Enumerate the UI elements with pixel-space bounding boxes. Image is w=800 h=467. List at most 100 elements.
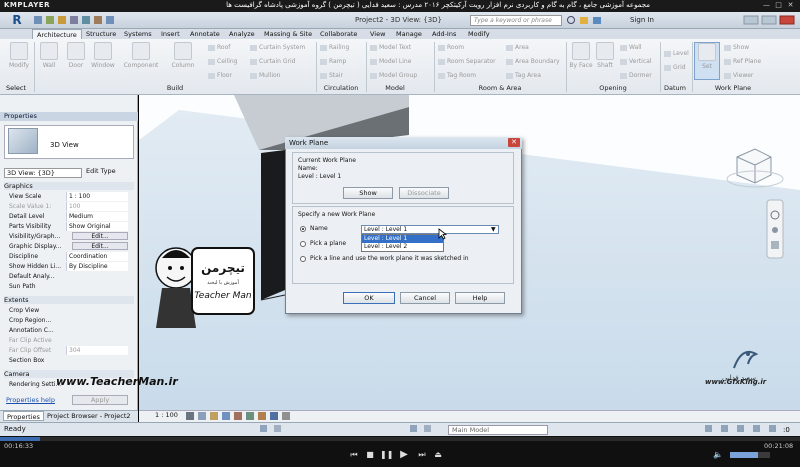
property-value[interactable]: 304 [66,346,128,355]
quick-access-toolbar[interactable] [32,15,152,26]
name-radio[interactable] [300,226,306,232]
curtain-grid-button[interactable]: Curtain Grid [250,58,295,65]
area-button[interactable]: Area [506,44,529,51]
category-extents[interactable]: Extents [4,296,134,304]
application-menu-button[interactable]: R [6,13,28,28]
curtain-system-button[interactable]: Curtain System [250,44,305,51]
viewer-button[interactable]: Viewer [724,72,753,79]
level-button[interactable]: Level [664,50,689,57]
stair-button[interactable]: Stair [320,72,343,79]
property-value[interactable]: 100 [66,202,128,211]
dissociate-button[interactable]: Dissociate [399,187,449,199]
property-row[interactable]: Far Clip Active [4,336,134,345]
property-row[interactable]: Crop Region... [4,316,134,325]
instance-selector[interactable]: 3D View: {3D} [4,168,82,178]
modify-button[interactable]: Modify [6,42,32,69]
dropdown-option[interactable]: Level : Level 1 [362,235,443,243]
column-button[interactable]: Column [170,42,196,69]
tab-massing-site[interactable]: Massing & Site [260,29,316,39]
by-face-button[interactable]: By Face [568,42,594,69]
pick-line-radio[interactable] [300,256,306,262]
component-button[interactable]: Component [122,42,160,69]
chevron-down-icon[interactable]: ▼ [491,226,496,233]
name-select[interactable]: Level : Level 1 [361,225,499,234]
property-row[interactable]: Crop View [4,306,134,315]
property-value[interactable]: Coordination [66,252,128,261]
property-row[interactable]: Show Hidden Li... By Discipline [4,262,134,271]
floor-button[interactable]: Floor [208,72,232,79]
tab-structure[interactable]: Structure [82,29,120,39]
pause-icon[interactable]: ❚❚ [380,450,393,460]
property-row[interactable]: Default Analy... [4,272,134,281]
seek-bar[interactable] [0,437,800,441]
property-value[interactable]: 1 : 100 [66,192,128,201]
edit-button[interactable]: Edit... [72,232,128,240]
property-row[interactable]: Graphic Display... Edit... [4,242,134,251]
active-workset-select[interactable]: Main Model [448,425,548,435]
status-bar-icons[interactable] [260,424,440,434]
volume-icon[interactable]: 🔈 [712,450,724,460]
tag-area-button[interactable]: Tag Area [506,72,541,79]
property-row[interactable]: Sun Path [4,282,134,291]
model-text-button[interactable]: Model Text [370,44,411,51]
help-button[interactable]: Help [455,292,505,304]
tab-annotate[interactable]: Annotate [186,29,224,39]
tab-architecture[interactable]: Architecture [32,29,82,39]
sign-in-button[interactable]: Sign In [630,16,654,24]
category-graphics[interactable]: Graphics [4,182,134,190]
model-line-button[interactable]: Model Line [370,58,411,65]
property-row[interactable]: Detail Level Medium [4,212,134,221]
view-control-icons[interactable] [186,411,316,421]
tab-collaborate[interactable]: Collaborate [316,29,361,39]
vertical-opening-button[interactable]: Vertical [620,58,651,65]
tab-manage[interactable]: Manage [392,29,426,39]
railing-button[interactable]: Railing [320,44,349,51]
property-row[interactable]: Far Clip Offset 304 [4,346,134,355]
dropdown-option[interactable]: Level : Level 2 [362,243,443,251]
set-workplane-button[interactable]: Set [694,42,720,80]
stop-icon[interactable]: ■ [364,450,376,460]
next-icon[interactable]: ⏭ [416,450,428,460]
property-row[interactable]: Discipline Coordination [4,252,134,261]
cancel-button[interactable]: Cancel [400,292,450,304]
select-dropdown[interactable]: Select [6,84,26,92]
maximize-icon[interactable]: □ [774,1,783,10]
ref-plane-button[interactable]: Ref Plane [724,58,761,65]
property-value[interactable]: Show Original [66,222,128,231]
tab-properties[interactable]: Properties [3,411,44,421]
tab-insert[interactable]: Insert [157,29,184,39]
tab-systems[interactable]: Systems [120,29,156,39]
shaft-button[interactable]: Shaft [592,42,618,69]
tab-modify[interactable]: Modify [464,29,494,39]
show-button[interactable]: Show [343,187,393,199]
property-row[interactable]: Visibility/Graph... Edit... [4,232,134,241]
wall-button[interactable]: Wall [36,42,62,69]
ramp-button[interactable]: Ramp [320,58,346,65]
model-group-button[interactable]: Model Group [370,72,417,79]
property-row[interactable]: Annotation C... [4,326,134,335]
tab-view[interactable]: View [366,29,389,39]
property-row[interactable]: Scale Value 1: 100 [4,202,134,211]
tab-add-ins[interactable]: Add-Ins [428,29,460,39]
room-button[interactable]: Room [438,44,464,51]
pick-plane-radio[interactable] [300,241,306,247]
property-value[interactable]: Medium [66,212,128,221]
eject-icon[interactable]: ⏏ [432,450,444,460]
wall-opening-button[interactable]: Wall [620,44,642,51]
mullion-button[interactable]: Mullion [250,72,280,79]
infocenter-icons[interactable] [566,15,626,26]
window-button[interactable]: Window [90,42,116,69]
view-scale-label[interactable]: 1 : 100 [155,411,178,419]
search-input[interactable]: Type a keyword or phrase [470,15,562,26]
property-value[interactable]: By Discipline [66,262,128,271]
tag-room-button[interactable]: Tag Room [438,72,476,79]
apply-button[interactable]: Apply [72,395,128,405]
roof-button[interactable]: Roof [208,44,230,51]
minimize-icon[interactable]: — [762,1,771,10]
dialog-close-icon[interactable]: ✕ [508,138,520,147]
show-workplane-button[interactable]: Show [724,44,749,51]
tab-project-browser[interactable]: Project Browser - Project2 [44,411,134,421]
previous-icon[interactable]: ⏮ [348,450,360,460]
door-button[interactable]: Door [63,42,89,69]
ok-button[interactable]: OK [343,292,395,304]
